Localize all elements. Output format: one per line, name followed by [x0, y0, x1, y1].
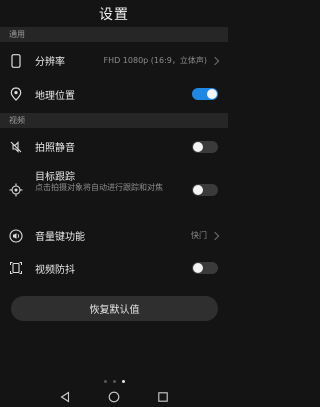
volume-key-label: 音量键功能	[35, 232, 85, 243]
navigation-bar	[0, 387, 228, 407]
mute-icon	[9, 140, 23, 154]
stabilize-icon	[9, 261, 23, 275]
volume-key-row[interactable]: 音量键功能 快门	[0, 218, 228, 253]
stabilization-row[interactable]: 视频防抖	[0, 253, 228, 283]
target-icon	[9, 183, 23, 197]
page-dot	[103, 380, 107, 383]
resolution-label: 分辨率	[35, 57, 65, 68]
volume-key-value: 快门	[191, 231, 207, 240]
toggle-knob	[207, 89, 217, 99]
tracking-row[interactable]: 目标跟踪 点击拍摄对象将自动进行跟踪和对焦	[0, 163, 228, 218]
mute-shutter-toggle[interactable]	[192, 140, 218, 153]
title-bar: 设置	[0, 0, 228, 26]
mute-shutter-label: 拍照静音	[35, 143, 75, 154]
tracking-label: 目标跟踪	[35, 172, 75, 183]
location-pin-icon	[9, 87, 23, 101]
recents-icon[interactable]	[156, 390, 170, 404]
home-icon[interactable]	[107, 390, 121, 404]
toggle-knob	[193, 185, 203, 195]
tracking-toggle[interactable]	[192, 184, 218, 196]
section-header-general: 通用	[0, 27, 228, 42]
back-icon[interactable]	[58, 390, 72, 404]
page-dot	[112, 380, 116, 383]
page-dot-active	[121, 380, 125, 383]
page-title: 设置	[99, 7, 129, 23]
stabilization-toggle[interactable]	[192, 262, 218, 274]
chevron-right-icon	[210, 231, 220, 240]
stabilization-label: 视频防抖	[35, 264, 75, 276]
volume-icon	[9, 228, 23, 243]
location-row[interactable]: 地理位置	[0, 78, 228, 110]
resolution-value: FHD 1080p (16:9，立体声)	[103, 56, 207, 65]
section-header-video: 视频	[0, 113, 228, 128]
location-label: 地理位置	[35, 90, 75, 102]
chevron-right-icon	[210, 56, 220, 65]
toggle-knob	[193, 141, 203, 152]
phone-icon	[9, 53, 23, 68]
toggle-knob	[193, 263, 203, 273]
location-toggle[interactable]	[192, 88, 218, 100]
mute-shutter-row[interactable]: 拍照静音	[0, 130, 228, 163]
tracking-description: 点击拍摄对象将自动进行跟踪和对焦	[35, 183, 163, 192]
reset-defaults-button[interactable]: 恢复默认值	[11, 296, 218, 321]
page-indicator	[0, 380, 228, 386]
resolution-row[interactable]: 分辨率 FHD 1080p (16:9，立体声)	[0, 43, 228, 78]
